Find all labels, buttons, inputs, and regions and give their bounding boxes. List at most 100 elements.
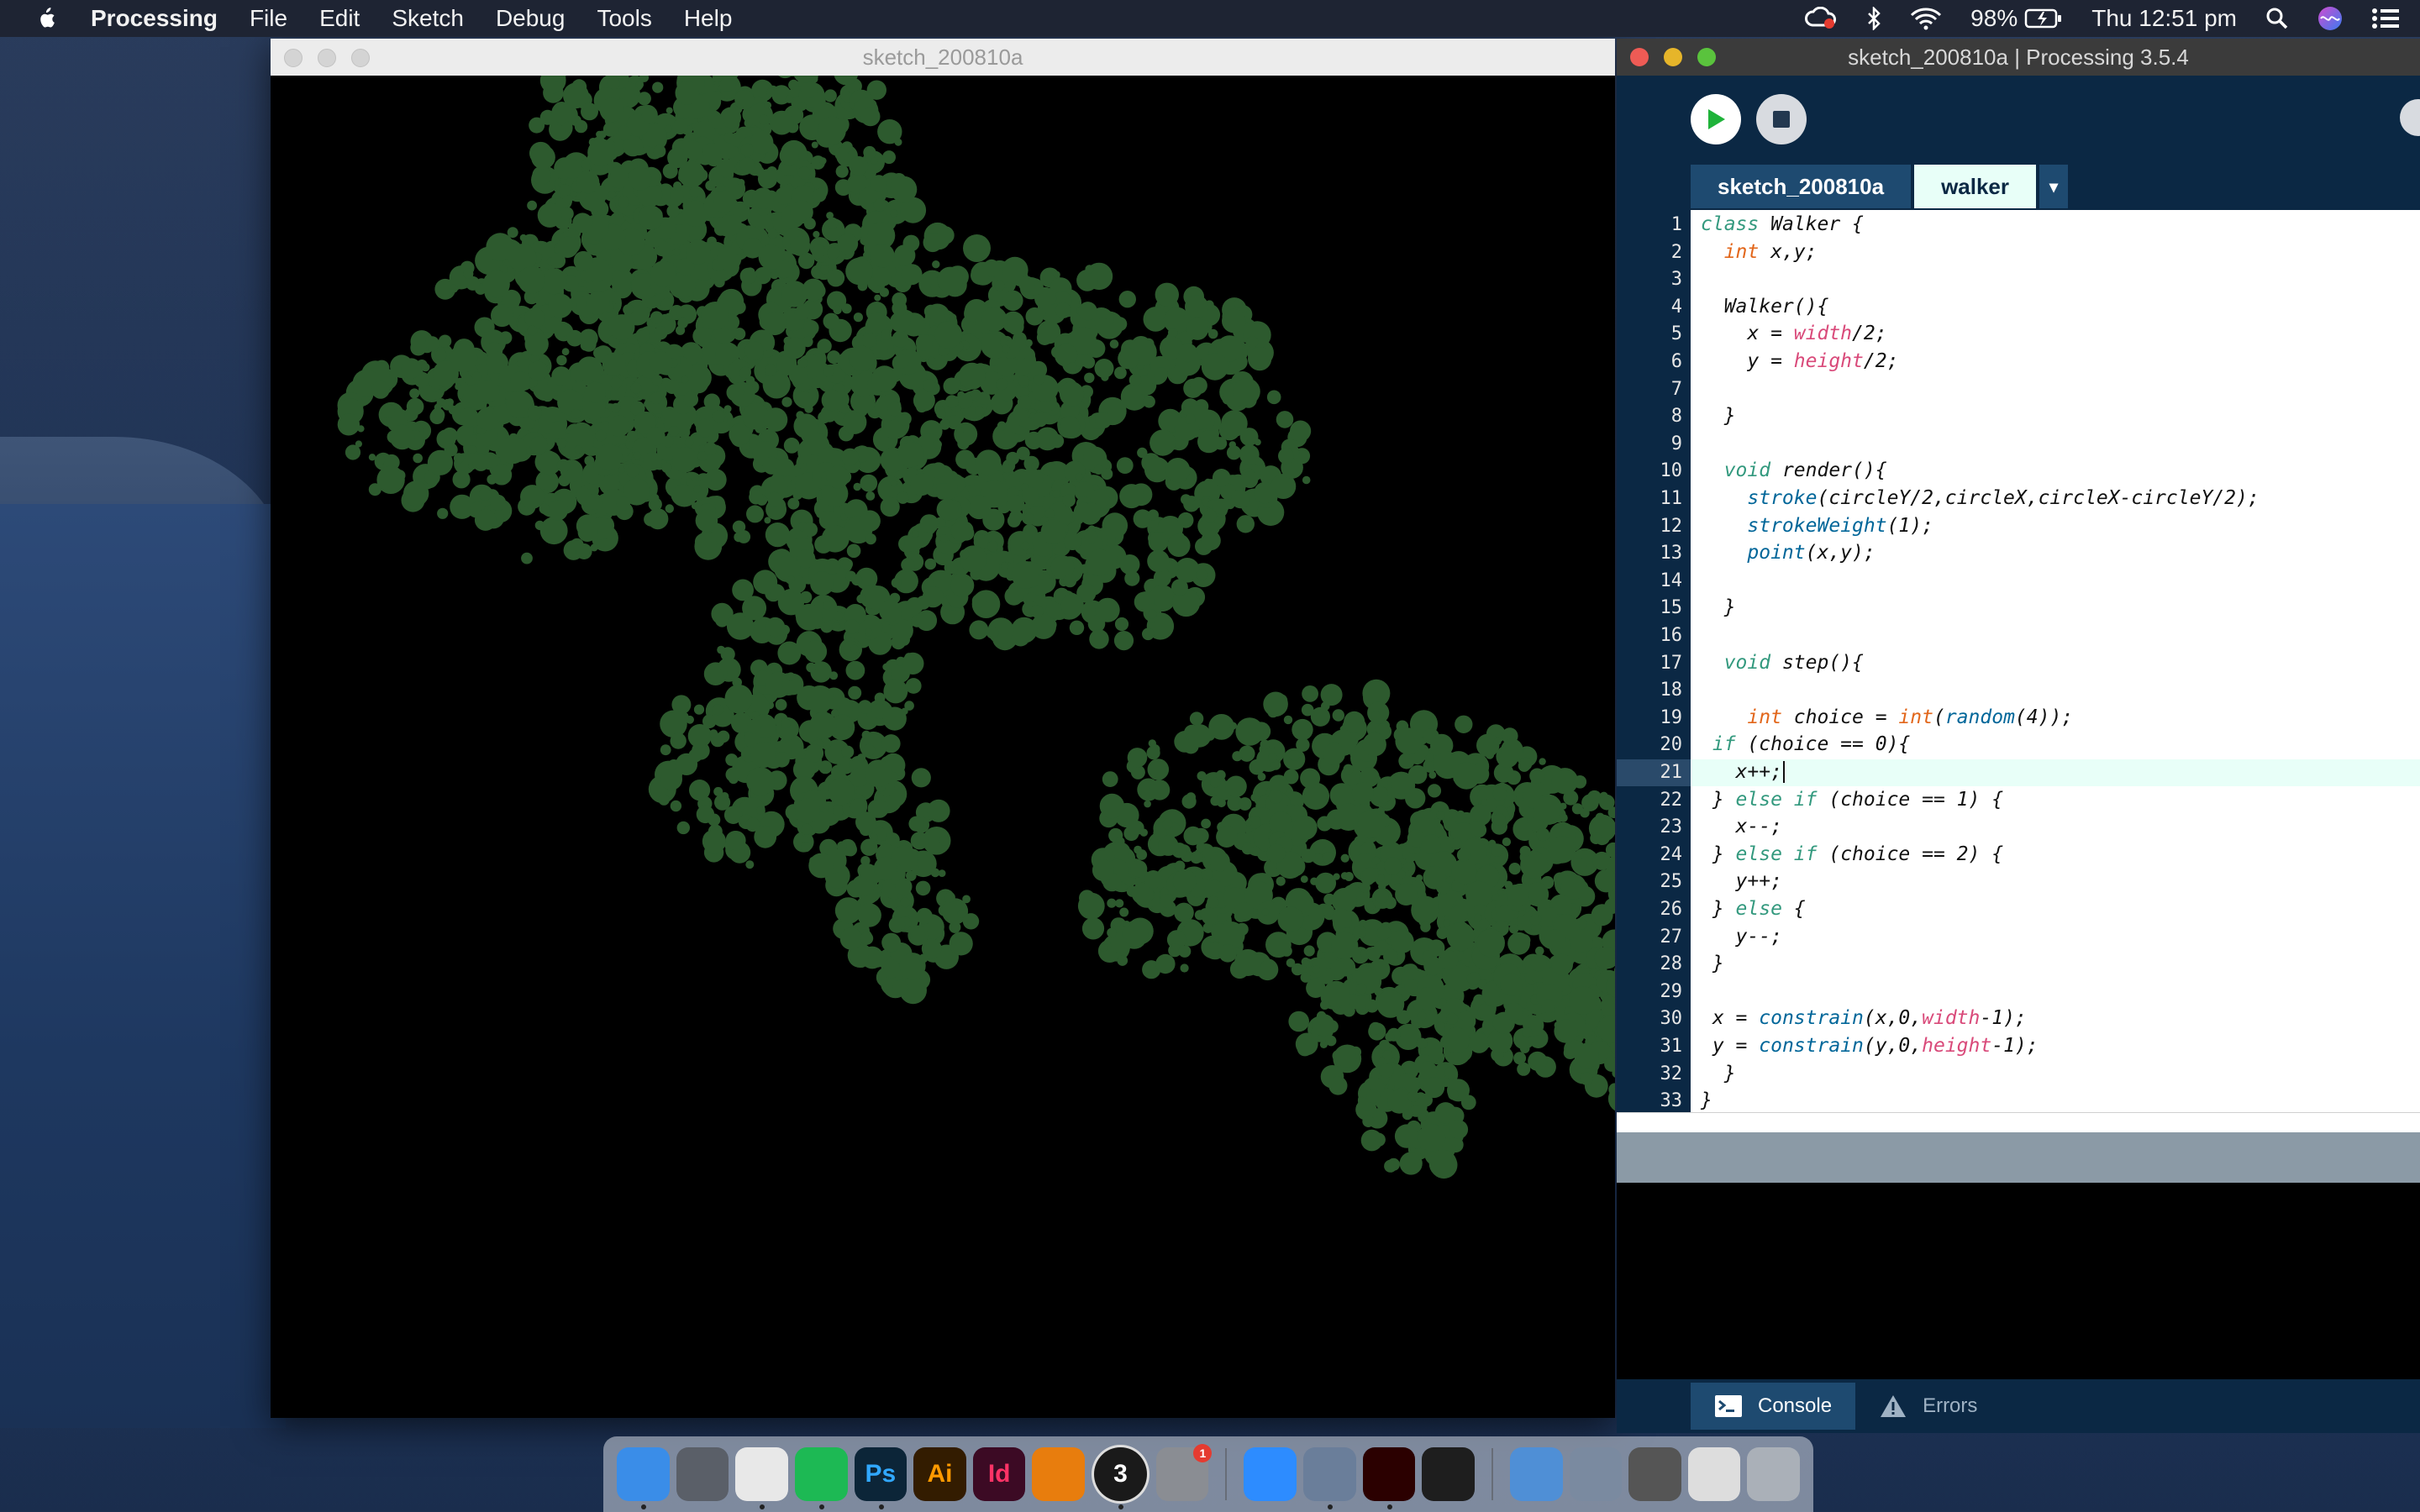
menu-edit[interactable]: Edit <box>319 5 360 32</box>
dock-screenshot-icon[interactable] <box>1687 1447 1741 1501</box>
tab-menu-arrow[interactable]: ▾ <box>2039 165 2069 208</box>
close-button[interactable] <box>1630 48 1649 66</box>
code-line[interactable]: } else if (choice == 1) { <box>1701 789 2003 811</box>
menu-sketch[interactable]: Sketch <box>392 5 464 32</box>
dock-indesign-icon[interactable]: Id <box>972 1447 1026 1501</box>
line-number: 15 <box>1660 597 1683 619</box>
play-icon <box>1708 109 1725 129</box>
tab-sketch-200810a[interactable]: sketch_200810a <box>1691 165 1912 208</box>
line-number: 20 <box>1660 734 1683 756</box>
dock-photoshop-icon[interactable]: Ps <box>854 1447 908 1509</box>
console-divider[interactable] <box>1617 1132 2420 1183</box>
code-line[interactable]: int choice = int(random(4)); <box>1701 706 2073 728</box>
line-number: 10 <box>1660 460 1683 482</box>
sketch-output-window[interactable]: sketch_200810a <box>271 39 1615 1418</box>
processing-ide-window[interactable]: sketch_200810a | Processing 3.5.4 sketch… <box>1617 39 2420 1433</box>
line-number: 9 <box>1670 433 1682 454</box>
dock-illustrator-icon[interactable]: Ai <box>913 1447 966 1501</box>
code-line[interactable]: x++; <box>1701 761 1785 783</box>
menu-app-name[interactable]: Processing <box>91 5 218 32</box>
tab-errors[interactable]: Errors <box>1855 1383 2001 1430</box>
running-indicator <box>1328 1504 1333 1509</box>
dock-acrobat-icon[interactable] <box>1362 1447 1416 1509</box>
spotlight-search-icon[interactable] <box>2265 7 2289 30</box>
dock-separator <box>1491 1448 1493 1500</box>
dock-applications-icon[interactable] <box>1509 1447 1563 1501</box>
code-line[interactable]: y--; <box>1701 926 1782 948</box>
editor-tabs: sketch_200810a walker ▾ <box>1691 165 2071 208</box>
wifi-icon[interactable] <box>1910 7 1942 30</box>
line-number: 8 <box>1670 406 1682 428</box>
mode-selector-button[interactable] <box>2400 99 2420 136</box>
code-line[interactable]: } <box>1701 953 1724 974</box>
zoom-button[interactable] <box>351 49 370 67</box>
close-button[interactable] <box>284 49 302 67</box>
zoom-button[interactable] <box>1697 48 1716 66</box>
tab-console[interactable]: Console <box>1691 1383 1856 1430</box>
code-line[interactable]: int x,y; <box>1701 241 1818 263</box>
apple-menu-icon[interactable] <box>37 8 55 29</box>
tab-walker[interactable]: walker <box>1914 165 2037 208</box>
line-number: 33 <box>1660 1090 1683 1112</box>
line-number: 27 <box>1660 926 1683 948</box>
code-line[interactable]: y++; <box>1701 870 1782 892</box>
dock-zoom-icon[interactable] <box>1244 1447 1297 1501</box>
dock-system-preferences-icon[interactable]: 1 <box>1155 1444 1213 1501</box>
code-line[interactable]: } else { <box>1701 898 1806 920</box>
dock: Ps Ai Id 3 1 <box>603 1436 1813 1512</box>
battery-icon[interactable] <box>2024 8 2063 29</box>
dock-processing-icon[interactable]: 3 <box>1092 1445 1150 1509</box>
minimize-button[interactable] <box>318 49 336 67</box>
dock-spotify-icon[interactable] <box>794 1447 848 1509</box>
notification-center-icon[interactable] <box>2371 8 2400 29</box>
code-line[interactable]: point(x,y); <box>1701 542 1875 564</box>
code-line[interactable]: void render(){ <box>1701 459 1887 481</box>
code-line[interactable]: Walker(){ <box>1701 296 1829 318</box>
stop-button[interactable] <box>1756 94 1807 144</box>
code-line[interactable]: x = constrain(x,0,width-1); <box>1701 1007 2027 1029</box>
code-line[interactable]: y = constrain(y,0,height-1); <box>1701 1035 2039 1057</box>
minimize-button[interactable] <box>1664 48 1682 66</box>
code-line[interactable]: y = height/2; <box>1701 350 1898 372</box>
code-line[interactable]: } else if (choice == 2) { <box>1701 843 2003 865</box>
sketch-window-titlebar[interactable]: sketch_200810a <box>271 39 1615 76</box>
dock-photo-icon[interactable] <box>1569 1447 1623 1501</box>
bluetooth-icon[interactable] <box>1866 7 1881 30</box>
running-indicator <box>760 1504 765 1509</box>
dock-trash-icon[interactable] <box>1747 1447 1801 1501</box>
menu-tools[interactable]: Tools <box>597 5 651 32</box>
dock-document-icon[interactable] <box>1628 1447 1681 1501</box>
running-indicator <box>641 1504 646 1509</box>
dock-launchpad-icon[interactable] <box>676 1447 729 1501</box>
sketch-canvas[interactable] <box>271 76 1615 1418</box>
ide-window-title: sketch_200810a | Processing 3.5.4 <box>1848 44 2189 70</box>
run-button[interactable] <box>1691 94 1741 144</box>
code-line[interactable]: x--; <box>1701 816 1782 837</box>
code-line[interactable]: void step(){ <box>1701 652 1864 674</box>
dock-blender-icon[interactable] <box>1032 1447 1086 1501</box>
code-line[interactable]: } <box>1701 1063 1736 1084</box>
code-line[interactable]: } <box>1701 596 1736 618</box>
dock-finder-icon[interactable] <box>617 1447 670 1509</box>
dock-chrome-icon[interactable] <box>735 1447 788 1509</box>
code-line[interactable]: strokeWeight(1); <box>1701 515 1933 537</box>
creative-cloud-icon[interactable] <box>1804 7 1838 30</box>
code-line[interactable]: } <box>1701 1089 1712 1111</box>
code-line[interactable]: stroke(circleY/2,circleX,circleX-circleY… <box>1701 487 2259 509</box>
siri-icon[interactable] <box>2317 6 2343 31</box>
console-output[interactable] <box>1617 1183 2420 1388</box>
code-line[interactable]: class Walker { <box>1701 213 1864 235</box>
dock-app-glyph: 3 <box>1113 1460 1128 1488</box>
menu-debug[interactable]: Debug <box>496 5 566 32</box>
code-line[interactable]: } <box>1701 405 1736 427</box>
menu-file[interactable]: File <box>250 5 287 32</box>
menu-help[interactable]: Help <box>684 5 733 32</box>
menubar-clock[interactable]: Thu 12:51 pm <box>2091 5 2237 32</box>
dock-quicktime-icon[interactable] <box>1422 1447 1475 1501</box>
line-number: 29 <box>1660 980 1683 1002</box>
code-line[interactable]: if (choice == 0){ <box>1701 733 1910 755</box>
dock-preview-icon[interactable] <box>1303 1447 1356 1509</box>
code-line[interactable]: x = width/2; <box>1701 323 1886 344</box>
sketch-window-title: sketch_200810a <box>862 44 1023 70</box>
ide-titlebar[interactable]: sketch_200810a | Processing 3.5.4 <box>1617 39 2420 76</box>
